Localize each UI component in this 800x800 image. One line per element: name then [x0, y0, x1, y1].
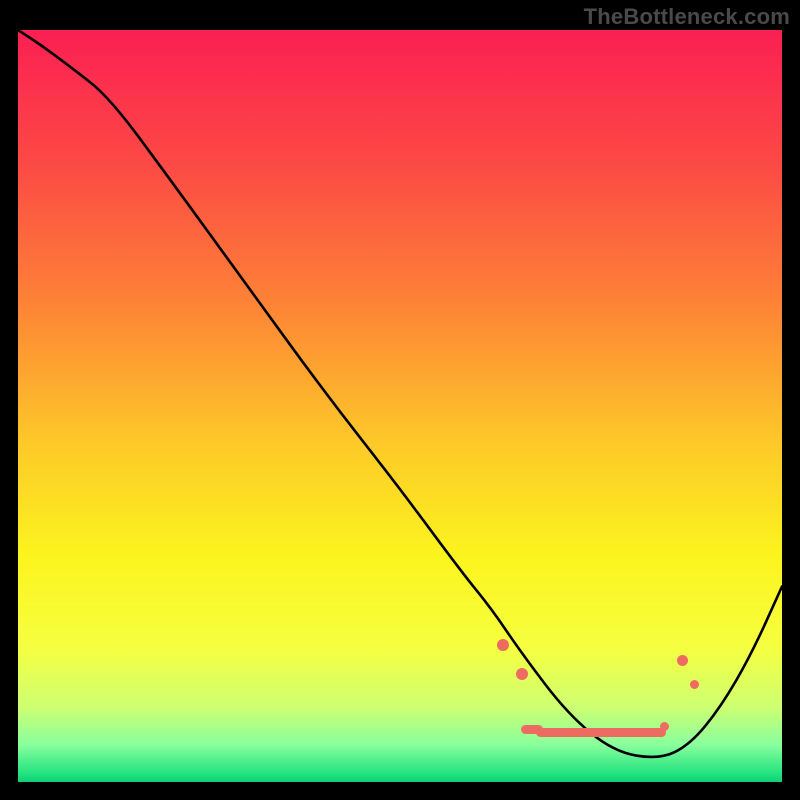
highlight-pill: [536, 728, 666, 737]
highlight-dot: [677, 655, 688, 666]
watermark-text: TheBottleneck.com: [584, 4, 790, 30]
plot-area: [18, 30, 782, 782]
plot-svg: [18, 30, 782, 782]
highlight-dot: [690, 680, 699, 689]
chart-frame: TheBottleneck.com: [0, 0, 800, 800]
highlight-dot: [660, 722, 669, 731]
heat-background: [18, 30, 782, 782]
